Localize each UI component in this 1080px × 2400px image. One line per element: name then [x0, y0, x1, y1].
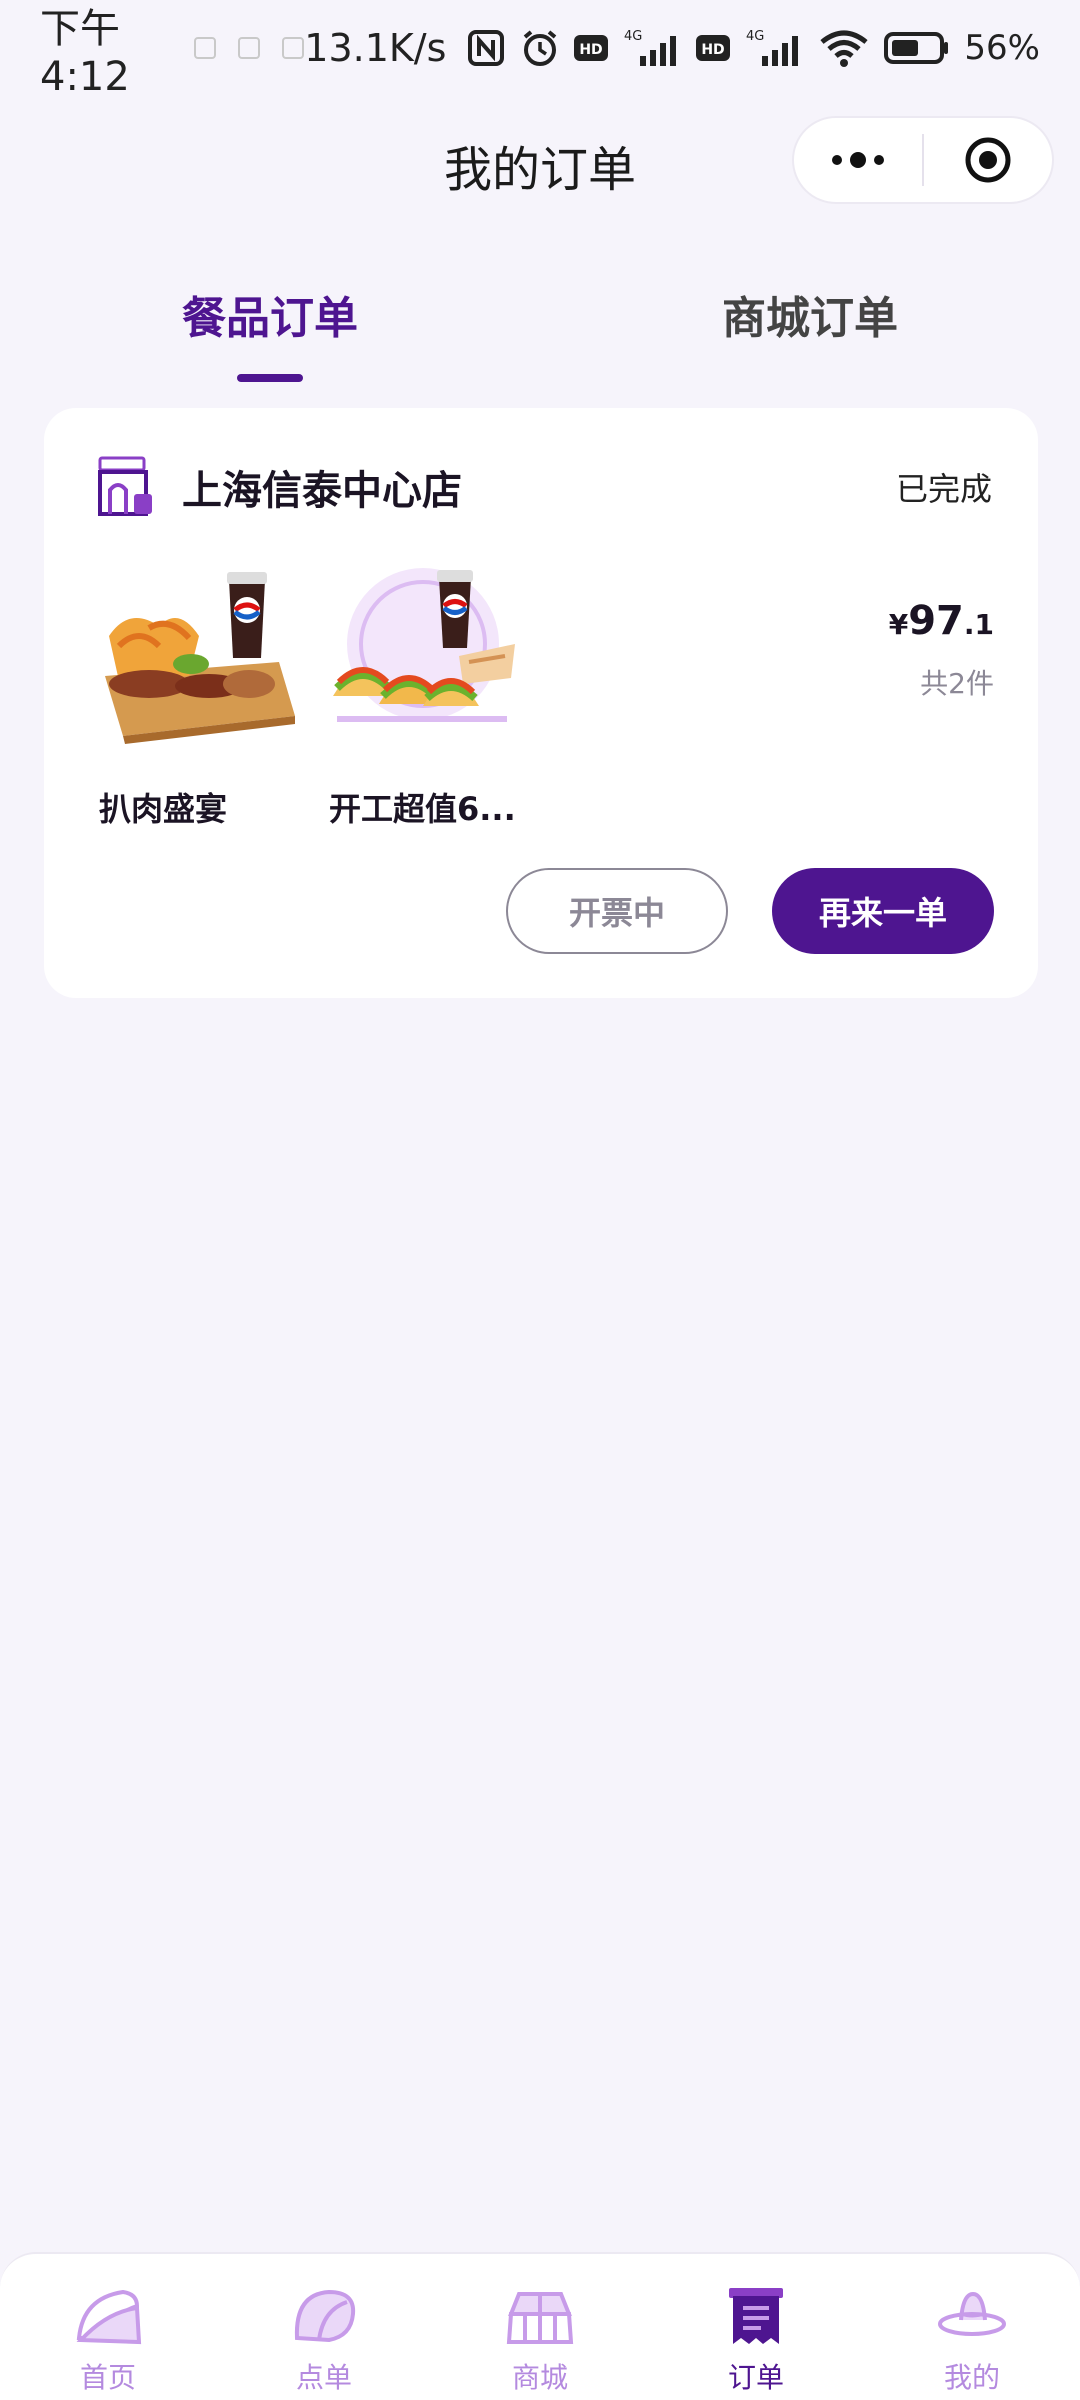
network-type: 4G	[746, 29, 764, 44]
taco-home-icon	[76, 2289, 142, 2345]
alarm-icon	[520, 28, 560, 68]
price-integer: 97	[908, 598, 964, 644]
mini-program-capsule	[792, 116, 1054, 204]
nav-label: 点单	[295, 2361, 352, 2394]
header: 我的订单	[0, 110, 1080, 210]
reorder-button[interactable]: 再来一单	[772, 868, 994, 954]
hd-icon: HD	[574, 33, 609, 63]
receipt-orders-icon	[729, 2288, 783, 2344]
tab-active-indicator	[237, 374, 303, 382]
order-card[interactable]: 上海信泰中心店 已完成 扒肉盛宴 开工超值6... ¥97.1 共2件 开票中 …	[44, 408, 1038, 998]
item-name: 扒肉盛宴	[99, 790, 228, 828]
nav-label: 首页	[79, 2361, 136, 2394]
nav-item-orders[interactable]: 订单	[648, 2254, 864, 2400]
nav-item-mall[interactable]: 商城	[432, 2254, 648, 2400]
notification-icon	[194, 37, 217, 59]
battery-percent: 56%	[964, 28, 1040, 68]
hd-icon: HD	[696, 33, 731, 63]
bottom-nav: 首页 点单 商城 订单 我的	[0, 2252, 1080, 2400]
order-item: 开工超值6...	[329, 566, 529, 830]
order-type-tabs: 餐品订单 商城订单	[0, 270, 1080, 382]
sombrero-profile-icon	[938, 2291, 1006, 2336]
wifi-icon	[818, 28, 870, 68]
taco-order-icon	[294, 2289, 356, 2343]
nav-label: 商城	[511, 2361, 568, 2394]
price-currency: ¥	[888, 608, 909, 641]
signal-icon: 4G	[744, 28, 804, 68]
nfc-icon	[466, 28, 506, 68]
battery-icon	[884, 30, 950, 66]
notification-icon	[282, 37, 305, 59]
store-icon	[98, 456, 152, 516]
network-speed: 13.1K/s	[304, 26, 447, 70]
tab-mall-orders[interactable]: 商城订单	[660, 282, 960, 346]
nav-item-order-food[interactable]: 点单	[216, 2254, 432, 2400]
store-name: 上海信泰中心店	[182, 468, 462, 514]
order-items: 扒肉盛宴 开工超值6...	[99, 566, 529, 830]
status-time: 下午4:12	[40, 6, 130, 100]
tab-label: 商城订单	[722, 293, 898, 344]
order-status: 已完成	[895, 470, 992, 508]
taco-set-image	[333, 568, 515, 722]
order-actions: 开票中 再来一单	[506, 868, 994, 954]
order-list-screen: 下午4:12 13.1K/s HD 4G HD 4G 56% 我的订单 餐品订单…	[0, 0, 1080, 2400]
steak-platter-image	[105, 572, 295, 744]
item-count: 共2件	[920, 667, 994, 700]
store-row: 上海信泰中心店 已完成	[96, 450, 992, 524]
hd-text: HD	[702, 42, 725, 58]
more-button[interactable]	[794, 118, 922, 202]
nav-item-home[interactable]: 首页	[0, 2254, 216, 2400]
item-name: 开工超值6...	[329, 790, 516, 828]
nav-label: 我的	[943, 2361, 1000, 2394]
nav-label: 订单	[727, 2361, 784, 2394]
invoice-button[interactable]: 开票中	[506, 868, 728, 954]
price-block: ¥97.1 共2件	[889, 598, 994, 702]
temple-mall-icon	[506, 2292, 574, 2344]
tab-label: 餐品订单	[182, 293, 358, 344]
price-decimal: .1	[963, 608, 994, 641]
notification-icon	[238, 37, 261, 59]
signal-icon: 4G	[622, 28, 682, 68]
status-bar: 下午4:12 13.1K/s HD 4G HD 4G 56%	[0, 0, 1080, 100]
order-total: ¥97.1	[889, 598, 994, 644]
order-item: 扒肉盛宴	[99, 566, 299, 830]
status-right: 13.1K/s HD 4G HD 4G 56%	[304, 26, 1040, 70]
notification-icons	[194, 37, 305, 59]
target-close-icon	[965, 137, 1011, 183]
network-type: 4G	[624, 29, 642, 44]
more-dots-icon	[832, 152, 884, 168]
nav-item-profile[interactable]: 我的	[864, 2254, 1080, 2400]
close-mini-program-button[interactable]	[924, 118, 1052, 202]
hd-text: HD	[580, 42, 603, 58]
tab-food-orders[interactable]: 餐品订单	[120, 282, 420, 382]
